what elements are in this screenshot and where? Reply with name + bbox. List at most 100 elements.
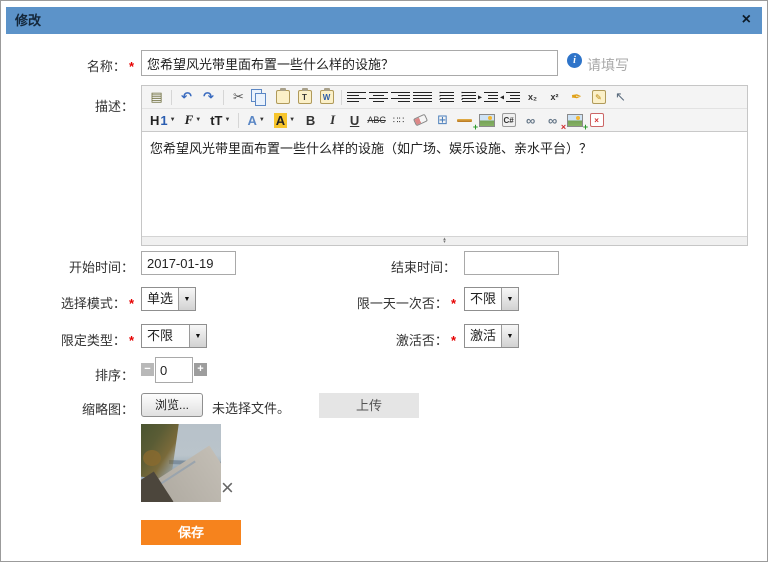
editor-toolbar-row2: H1▼F▼tT▼A▼A▼BIUABC∷∷⊞+C#∞∞×+× (142, 109, 747, 132)
table-icon[interactable]: ⊞ (433, 110, 452, 130)
limit-type-dropdown[interactable]: 不限 (141, 324, 207, 348)
name-label: 名称：* (1, 56, 134, 75)
paste-as-text-icon[interactable]: T (295, 87, 314, 107)
name-input[interactable] (141, 50, 558, 76)
italic-icon[interactable]: I (323, 110, 342, 130)
sort-label: 排序： (1, 365, 134, 384)
select-mode-value: 单选 (142, 288, 178, 310)
limit-once-value: 不限 (465, 288, 501, 310)
rich-text-editor: ▤↶↷✂TWx₂x²✒✎↖ H1▼F▼tT▼A▼A▼BIUABC∷∷⊞+C#∞∞… (141, 85, 748, 246)
limit-once-dropdown[interactable]: 不限 (464, 287, 519, 311)
description-label: 描述： (1, 96, 134, 115)
no-file-selected-text: 未选择文件。 (212, 398, 290, 417)
chevron-down-icon (501, 288, 518, 310)
highlight-color-dropdown[interactable]: A▼ (271, 110, 298, 130)
thumbnail-autumn-foliage (143, 450, 161, 466)
chevron-down-icon: ▼ (289, 117, 295, 123)
start-time-label: 开始时间： (1, 257, 134, 276)
align-left-icon[interactable] (347, 87, 366, 107)
sort-input[interactable] (155, 357, 193, 383)
unlink-icon[interactable]: ∞× (543, 110, 562, 130)
limit-once-label: 限一天一次否：* (301, 293, 456, 312)
active-label: 激活否：* (301, 330, 456, 349)
required-mark: * (129, 333, 134, 348)
align-justify-icon[interactable] (413, 87, 432, 107)
eraser-icon[interactable] (411, 110, 430, 130)
paste-icon[interactable] (273, 87, 292, 107)
paste-from-word-icon[interactable]: W (317, 87, 336, 107)
name-hint: 请填写 (587, 55, 629, 75)
source-icon[interactable]: ▤ (147, 87, 166, 107)
thumbnail-image[interactable] (141, 424, 221, 502)
cut-icon[interactable]: ✂ (229, 87, 248, 107)
sort-increment-button[interactable]: + (194, 363, 207, 376)
end-time-label: 结束时间： (301, 257, 456, 276)
dialog-title: 修改 (15, 7, 41, 34)
limit-type-value: 不限 (142, 325, 189, 347)
required-mark: * (129, 59, 134, 74)
resize-grip-icon (443, 238, 446, 244)
code-snippet-icon[interactable]: C# (499, 110, 518, 130)
strikethrough-icon[interactable]: ABC (367, 110, 386, 130)
active-value: 激活 (465, 325, 501, 347)
clean-format-broom-icon[interactable]: ✒ (567, 87, 586, 107)
required-mark: * (451, 296, 456, 311)
active-dropdown[interactable]: 激活 (464, 324, 519, 348)
select-mode-dropdown[interactable]: 单选 (141, 287, 196, 311)
chevron-down-icon (501, 325, 518, 347)
edit-dialog: 修改 × 名称：* i 请填写 描述： ▤ ↶↷ ✂ TWx₂x²✒✎↖ H1▼F▼t… (0, 0, 768, 562)
chevron-down-icon: ▼ (195, 117, 201, 123)
editor-resize-bar[interactable] (142, 236, 747, 245)
dialog-titlebar: 修改 × (6, 7, 762, 34)
limit-type-label: 限定类型：* (1, 330, 134, 349)
toolbar-separator (171, 90, 172, 105)
info-icon: i (567, 53, 582, 68)
delete-thumbnail-icon[interactable]: × (221, 477, 234, 499)
chevron-down-icon: ▼ (259, 117, 265, 123)
required-mark: * (129, 296, 134, 311)
undo-icon[interactable]: ↶ (177, 87, 196, 107)
upload-button[interactable]: 上传 (319, 393, 419, 418)
sort-decrement-button[interactable]: − (141, 363, 154, 376)
text-color-dropdown[interactable]: A▼ (244, 110, 267, 130)
redo-icon[interactable]: ↷ (199, 87, 218, 107)
editor-toolbar-row1: ▤ ↶↷ ✂ TWx₂x²✒✎↖ (142, 86, 747, 109)
toolbar-separator (223, 90, 224, 105)
image-icon[interactable] (477, 110, 496, 130)
select-mode-label: 选择模式：* (1, 293, 134, 312)
new-note-icon[interactable]: ✎ (589, 87, 608, 107)
image-add-icon[interactable]: + (565, 110, 584, 130)
required-mark: * (451, 333, 456, 348)
ordered-list-icon[interactable] (435, 87, 454, 107)
font-family-dropdown[interactable]: F▼ (182, 110, 205, 130)
bold-icon[interactable]: B (301, 110, 320, 130)
align-center-icon[interactable] (369, 87, 388, 107)
thumbnail-label: 缩略图： (1, 399, 134, 418)
chevron-down-icon (189, 325, 206, 347)
editor-content[interactable]: 您希望风光带里面布置一些什么样的设施（如广场、娱乐设施、亲水平台）？ (142, 132, 747, 236)
select-cursor-icon[interactable]: ↖ (611, 87, 630, 107)
chevron-down-icon: ▼ (224, 117, 230, 123)
copy-icon[interactable] (251, 89, 270, 105)
subscript-icon[interactable]: x₂ (523, 87, 542, 107)
chevron-down-icon: ▼ (170, 117, 176, 123)
paragraph-format-dropdown[interactable]: H1▼ (147, 110, 179, 130)
start-time-input[interactable] (141, 251, 236, 275)
toolbar-separator (341, 90, 342, 105)
toolbar-separator (238, 113, 239, 128)
outdent-icon[interactable] (501, 87, 520, 107)
superscript-icon[interactable]: x² (545, 87, 564, 107)
insert-hr-icon[interactable]: + (455, 110, 474, 130)
underline-icon[interactable]: U (345, 110, 364, 130)
link-icon[interactable]: ∞ (521, 110, 540, 130)
indent-icon[interactable] (479, 87, 498, 107)
close-icon[interactable]: × (742, 7, 751, 33)
font-size-dropdown[interactable]: tT▼ (207, 110, 233, 130)
align-right-icon[interactable] (391, 87, 410, 107)
browse-file-button[interactable]: 浏览... (141, 393, 203, 417)
end-time-input[interactable] (464, 251, 559, 275)
unordered-list-icon[interactable] (457, 87, 476, 107)
save-button[interactable]: 保存 (141, 520, 241, 545)
maximize-icon[interactable]: × (587, 110, 606, 130)
spacing-icon[interactable]: ∷∷ (389, 110, 408, 130)
